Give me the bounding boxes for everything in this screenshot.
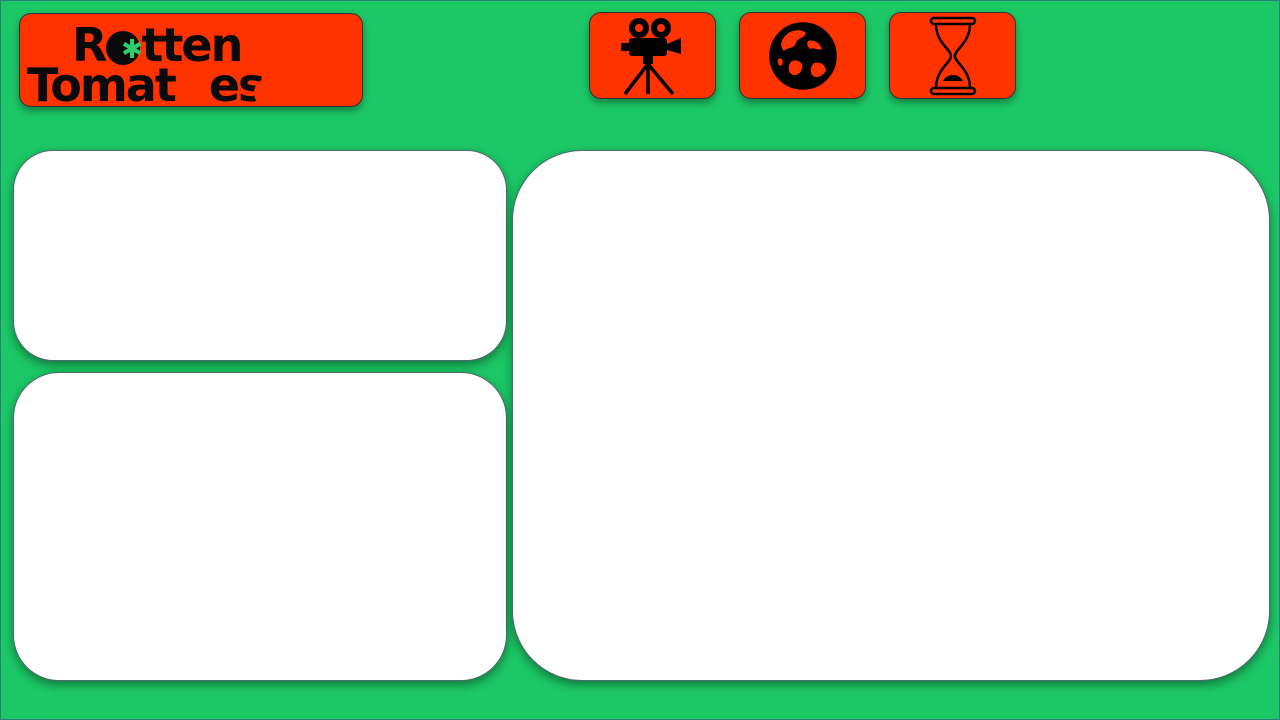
content-panel-bottom-left xyxy=(13,372,507,681)
globe-button[interactable] xyxy=(739,12,866,99)
film-camera-button[interactable] xyxy=(589,12,716,99)
hourglass-icon xyxy=(929,16,976,95)
content-panel-main xyxy=(512,150,1270,681)
globe-icon xyxy=(768,21,837,90)
content-panel-top-left xyxy=(13,150,507,361)
film-camera-icon xyxy=(620,17,681,95)
rotten-tomatoes-logo[interactable]: Rtten ✱ Tomat es xyxy=(19,13,363,107)
logo-word-tomatoes: Tomat es xyxy=(27,62,265,106)
hourglass-button[interactable] xyxy=(889,12,1016,99)
tomato-icon xyxy=(254,78,284,106)
logo-letters: Tomat xyxy=(27,58,177,107)
